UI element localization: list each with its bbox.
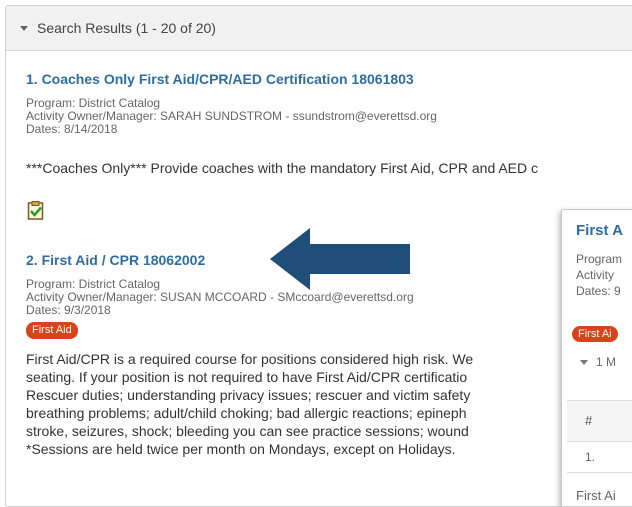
popup-category-badge: First Ai (572, 326, 618, 342)
course-2-description-line: Rescuer duties; understanding privacy is… (26, 387, 471, 403)
popup-table-header: # (567, 401, 632, 442)
popup-sessions-label: 1 M (596, 355, 617, 369)
course-2-description-line: stroke, seizures, shock; bleeding you ca… (26, 423, 469, 439)
search-results-header[interactable]: Search Results (1 - 20 of 20) (6, 6, 632, 51)
course-2-dates: Dates: 9/3/2018 (26, 303, 111, 317)
popup-program: Program (576, 252, 623, 266)
popup-dates: Dates: 9 (576, 284, 621, 298)
search-results-title: Search Results (1 - 20 of 20) (37, 20, 216, 36)
course-2-description-line: First Aid/CPR is a required course for p… (26, 351, 474, 367)
course-1-description: ***Coaches Only*** Provide coaches with … (26, 160, 539, 176)
course-2-description-line: *Sessions are held twice per month on Mo… (26, 441, 456, 457)
popup-activity: Activity (576, 268, 615, 282)
course-detail-popup: First A Program Activity Dates: 9 First … (561, 209, 632, 506)
popup-sessions-table: # 1. (567, 400, 632, 473)
course-link-1[interactable]: 1. Coaches Only First Aid/CPR/AED Certif… (26, 71, 414, 87)
course-1-dates: Dates: 8/14/2018 (26, 122, 118, 136)
popup-table-row[interactable]: 1. (567, 442, 632, 473)
expand-caret-icon (580, 359, 588, 365)
course-2-description-line: seating. If your position is not require… (26, 369, 468, 385)
left-arrow-icon (270, 228, 410, 290)
clipboard-check-icon[interactable] (26, 200, 46, 220)
collapse-caret-icon[interactable] (20, 25, 28, 31)
popup-sessions-toggle[interactable]: 1 M (580, 355, 616, 369)
course-2-description-line: breathing problems; adult/child choking;… (26, 405, 467, 421)
popup-title[interactable]: First A (576, 222, 623, 239)
category-badge: First Aid (26, 322, 78, 339)
popup-next-line: First Ai (576, 488, 616, 503)
course-link-2[interactable]: 2. First Aid / CPR 18062002 (26, 252, 205, 268)
